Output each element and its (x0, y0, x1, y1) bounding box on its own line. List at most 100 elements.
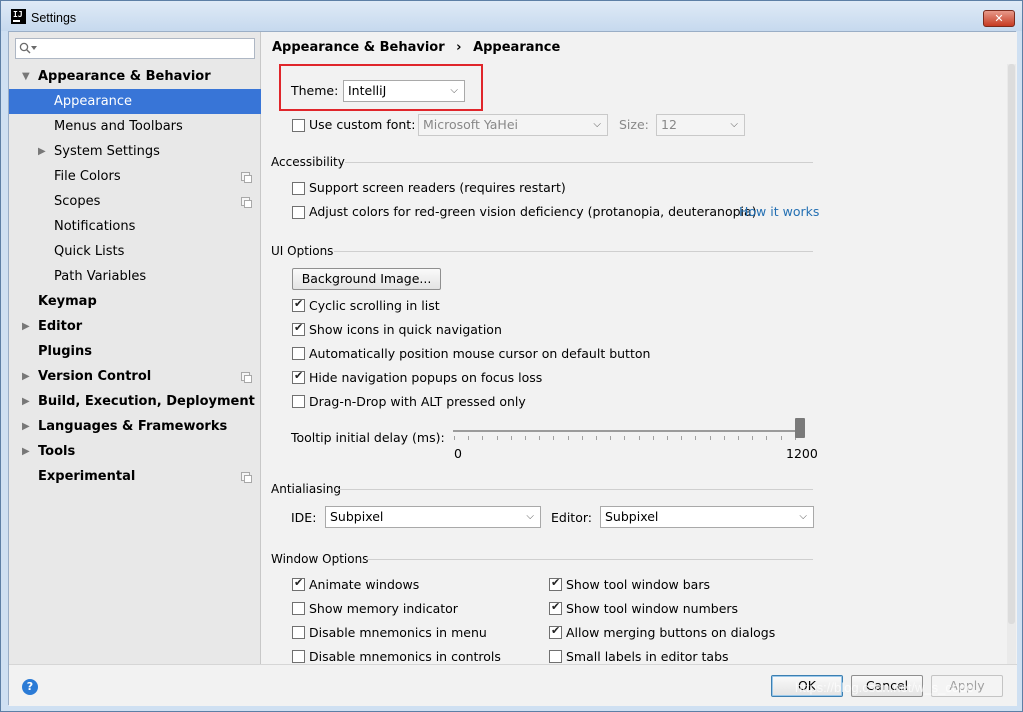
custom-font-value: Microsoft YaHei (423, 117, 518, 132)
chevron-right-icon[interactable]: ▶ (22, 439, 30, 464)
allow-merging-buttons-checkbox[interactable] (549, 624, 562, 639)
ide-antialiasing-label: IDE: (291, 510, 317, 525)
help-icon[interactable]: ? (22, 679, 38, 695)
sidebar-item-file-colors[interactable]: File Colors (9, 164, 261, 189)
settings-search-input[interactable] (15, 38, 255, 59)
screen-readers-checkbox[interactable] (292, 182, 305, 195)
sidebar-item-appearance[interactable]: Appearance (9, 89, 261, 114)
allow-merging-buttons-label: Allow merging buttons on dialogs (566, 625, 776, 640)
theme-label: Theme: (291, 83, 339, 98)
sidebar-item-quick-lists[interactable]: Quick Lists (9, 239, 261, 264)
section-divider (334, 251, 813, 252)
show-tool-window-numbers-label: Show tool window numbers (566, 601, 739, 616)
slider-min-label: 0 (454, 446, 462, 461)
disable-mnemonics-menu-checkbox[interactable] (292, 626, 305, 639)
show-tool-window-numbers-checkbox[interactable] (549, 600, 562, 615)
slider-tick (454, 436, 455, 440)
ide-antialiasing-value: Subpixel (330, 509, 384, 524)
how-it-works-link[interactable]: How it works (739, 204, 819, 219)
sidebar-item-label: Menus and Toolbars (54, 119, 183, 134)
intellij-app-icon: IJ (11, 9, 26, 24)
project-level-icon (241, 172, 252, 183)
chevron-down-icon: ⌵ (450, 85, 458, 96)
sidebar-item-keymap[interactable]: Keymap (9, 289, 261, 314)
chevron-down-icon[interactable]: ▼ (22, 64, 30, 89)
slider-max-label: 1200 (786, 446, 818, 461)
slider-tick (610, 436, 612, 440)
animate-windows-label: Animate windows (309, 577, 420, 592)
editor-antialiasing-label: Editor: (551, 510, 592, 525)
cyclic-scrolling-checkbox[interactable] (292, 297, 305, 312)
use-custom-font-checkbox[interactable] (292, 119, 305, 132)
editor-antialiasing-select[interactable]: Subpixel ⌵ (600, 506, 814, 528)
accessibility-section-title: Accessibility (271, 155, 345, 169)
sidebar-item-system-settings[interactable]: ▶ System Settings (9, 139, 261, 164)
background-image-button[interactable]: Background Image... (292, 268, 441, 290)
antialiasing-section-title: Antialiasing (271, 482, 342, 496)
chevron-right-icon[interactable]: ▶ (22, 364, 30, 389)
show-icons-quick-nav-checkbox[interactable] (292, 321, 305, 336)
disable-mnemonics-controls-checkbox[interactable] (292, 650, 305, 663)
vertical-scrollbar[interactable] (1007, 64, 1016, 664)
sidebar-item-languages-frameworks[interactable]: ▶ Languages & Frameworks (9, 414, 261, 439)
sidebar-item-label: Experimental (38, 469, 136, 484)
close-window-button[interactable]: ✕ (983, 10, 1015, 27)
slider-tick (667, 436, 668, 440)
show-memory-indicator-checkbox[interactable] (292, 602, 305, 615)
ide-antialiasing-select[interactable]: Subpixel ⌵ (325, 506, 541, 528)
sidebar-item-path-variables[interactable]: Path Variables (9, 264, 261, 289)
font-size-label: Size: (619, 117, 649, 132)
auto-position-mouse-label: Automatically position mouse cursor on d… (309, 346, 651, 361)
small-labels-editor-tabs-checkbox[interactable] (549, 650, 562, 663)
adjust-colors-checkbox[interactable] (292, 206, 305, 219)
sidebar-item-experimental[interactable]: Experimental (9, 464, 261, 489)
drag-n-drop-alt-checkbox[interactable] (292, 395, 305, 408)
tooltip-delay-slider[interactable] (453, 430, 801, 432)
screen-readers-label: Support screen readers (requires restart… (309, 180, 566, 195)
chevron-right-icon[interactable]: ▶ (38, 139, 46, 164)
auto-position-mouse-checkbox[interactable] (292, 347, 305, 360)
show-memory-indicator-label: Show memory indicator (309, 601, 458, 616)
slider-tick (581, 436, 583, 440)
chevron-right-icon[interactable]: ▶ (22, 414, 30, 439)
show-tool-window-bars-checkbox[interactable] (549, 576, 562, 591)
slider-tick (752, 436, 754, 440)
font-size-select[interactable]: 12 ⌵ (656, 114, 745, 136)
slider-tick (482, 436, 484, 440)
show-icons-quick-nav-label: Show icons in quick navigation (309, 322, 502, 337)
slider-tick (525, 436, 526, 440)
sidebar-item-label: System Settings (54, 144, 160, 159)
theme-select[interactable]: IntelliJ ⌵ (343, 80, 465, 102)
sidebar-item-appearance-behavior[interactable]: ▼ Appearance & Behavior (9, 64, 261, 89)
small-labels-editor-tabs-label: Small labels in editor tabs (566, 649, 729, 664)
custom-font-select[interactable]: Microsoft YaHei ⌵ (418, 114, 608, 136)
hide-nav-popups-checkbox[interactable] (292, 369, 305, 384)
show-tool-window-bars-label: Show tool window bars (566, 577, 710, 592)
sidebar-item-scopes[interactable]: Scopes (9, 189, 261, 214)
sidebar-item-version-control[interactable]: ▶ Version Control (9, 364, 261, 389)
slider-tick (496, 436, 498, 440)
animate-windows-checkbox[interactable] (292, 576, 305, 591)
slider-tick (780, 436, 782, 440)
slider-tick (553, 436, 555, 440)
cyclic-scrolling-label: Cyclic scrolling in list (309, 298, 440, 313)
breadcrumb: Appearance & Behavior › Appearance (272, 40, 560, 55)
sidebar-item-menus-toolbars[interactable]: Menus and Toolbars (9, 114, 261, 139)
sidebar-item-tools[interactable]: ▶ Tools (9, 439, 261, 464)
sidebar-item-build-execution-deployment[interactable]: ▶ Build, Execution, Deployment (9, 389, 261, 414)
window-options-section-title: Window Options (271, 552, 369, 566)
sidebar-item-label: Notifications (54, 219, 136, 234)
chevron-right-icon[interactable]: ▶ (22, 389, 30, 414)
chevron-right-icon[interactable]: ▶ (22, 314, 30, 339)
sidebar-item-plugins[interactable]: Plugins (9, 339, 261, 364)
sidebar-item-label: Version Control (38, 369, 152, 384)
slider-tick (510, 436, 512, 440)
search-dropdown-icon[interactable] (31, 46, 37, 50)
ui-options-section-title: UI Options (271, 244, 334, 258)
scrollbar-thumb[interactable] (1008, 64, 1015, 624)
sidebar-item-editor[interactable]: ▶ Editor (9, 314, 261, 339)
sidebar-item-label: Quick Lists (54, 244, 125, 259)
breadcrumb-current: Appearance (473, 40, 561, 55)
slider-thumb[interactable] (795, 418, 805, 438)
sidebar-item-notifications[interactable]: Notifications (9, 214, 261, 239)
